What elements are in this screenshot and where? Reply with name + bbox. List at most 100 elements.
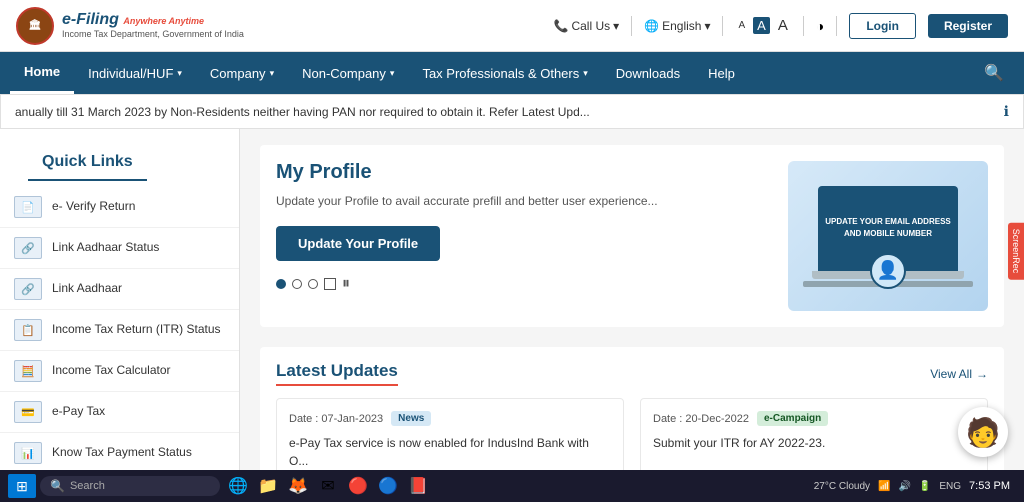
itr-status-icon: 📋	[14, 319, 42, 341]
sidebar-item-link-aadhaar[interactable]: 🔗 Link Aadhaar	[0, 269, 239, 310]
nav-non-company[interactable]: Non-Company ▾	[288, 52, 408, 94]
taskbar-app-edge[interactable]: 🔵	[374, 472, 402, 500]
taskbar-app-firefox[interactable]: 🦊	[284, 472, 312, 500]
laptop-screen-text: UPDATE YOUR EMAIL ADDRESS AND MOBILE NUM…	[818, 210, 958, 246]
link-aadhaar-label: Link Aadhaar	[52, 281, 122, 297]
taskbar-wifi-icon: 📶	[878, 481, 890, 492]
logo-text: e-Filing Anywhere Anytime Income Tax Dep…	[62, 11, 244, 41]
globe-icon: 🌐	[644, 19, 659, 33]
nav-search-icon[interactable]: 🔍	[974, 55, 1014, 91]
nav-help[interactable]: Help	[694, 52, 749, 94]
know-payment-icon: 📊	[14, 442, 42, 464]
card-1-badge: News	[391, 411, 431, 426]
taskbar-weather: 27°C Cloudy	[814, 481, 870, 492]
login-button[interactable]: Login	[849, 13, 916, 39]
carousel-dot-1[interactable]	[276, 279, 286, 289]
view-all-label: View All	[930, 367, 972, 381]
updates-title: Latest Updates	[276, 361, 398, 386]
epay-tax-icon: 💳	[14, 401, 42, 423]
taskbar-app-mail[interactable]: ✉	[314, 472, 342, 500]
content-area: My Profile Update your Profile to avail …	[240, 129, 1024, 501]
logo-emblem: 🏛	[16, 7, 54, 45]
language-link[interactable]: 🌐 English ▾	[644, 19, 710, 33]
carousel-dot-3[interactable]	[308, 279, 318, 289]
itr-status-label: Income Tax Return (ITR) Status	[52, 322, 221, 338]
ticker-info-icon[interactable]: ℹ	[1004, 103, 1009, 120]
nav-company[interactable]: Company ▾	[196, 52, 288, 94]
register-button[interactable]: Register	[928, 14, 1008, 38]
taskbar-time: 7:53 PM	[969, 480, 1010, 492]
start-button[interactable]: ⊞	[8, 474, 36, 498]
profile-title: My Profile	[276, 161, 768, 184]
nav-tax-professionals[interactable]: Tax Professionals & Others ▾	[408, 52, 601, 94]
nav-home[interactable]: Home	[10, 52, 74, 94]
taskbar: ⊞ 🔍 Search 🌐 📁 🦊 ✉ 🔴 🔵 📕 27°C Cloudy 📶 🔊…	[0, 470, 1024, 502]
sidebar-item-tax-calculator[interactable]: 🧮 Income Tax Calculator	[0, 351, 239, 392]
link-aadhaar-status-icon: 🔗	[14, 237, 42, 259]
tax-calculator-label: Income Tax Calculator	[52, 363, 171, 379]
link-aadhaar-icon: 🔗	[14, 278, 42, 300]
language-label: English	[662, 19, 701, 33]
taskbar-app-files[interactable]: 📁	[254, 472, 282, 500]
logo-tagline: Anywhere Anytime	[123, 16, 204, 26]
carousel-dot-4[interactable]	[324, 278, 336, 290]
nav-tax-arrow: ▾	[583, 68, 588, 79]
sidebar-item-epay-tax[interactable]: 💳 e-Pay Tax	[0, 392, 239, 433]
nav-individual[interactable]: Individual/HUF ▾	[74, 52, 196, 94]
font-large-btn[interactable]: A	[775, 16, 791, 35]
sidebar-item-know-payment[interactable]: 📊 Know Tax Payment Status	[0, 433, 239, 474]
sidebar-title: Quick Links	[28, 139, 147, 181]
sidebar-item-link-aadhaar-status[interactable]: 🔗 Link Aadhaar Status	[0, 228, 239, 269]
taskbar-app-chrome[interactable]: 🌐	[224, 472, 252, 500]
link-aadhaar-status-label: Link Aadhaar Status	[52, 240, 159, 256]
font-medium-btn[interactable]: A	[753, 17, 770, 34]
view-all-link[interactable]: View All →	[930, 367, 988, 381]
chat-bubble[interactable]: 🧑	[958, 407, 1008, 457]
card-2-text: Submit your ITR for AY 2022-23.	[653, 434, 975, 452]
call-us-label: Call Us	[571, 19, 610, 33]
font-controls: A A A	[735, 16, 790, 35]
main-content: Quick Links 📄 e- Verify Return 🔗 Link Aa…	[0, 129, 1024, 501]
card-1-date-row: Date : 07-Jan-2023 News	[289, 411, 611, 426]
person-avatar: 👤	[870, 253, 906, 289]
sidebar-item-itr-status[interactable]: 📋 Income Tax Return (ITR) Status	[0, 310, 239, 351]
sidebar-item-verify-return[interactable]: 📄 e- Verify Return	[0, 187, 239, 228]
carousel-dot-5[interactable]: ⏸	[342, 275, 350, 293]
taskbar-apps: 🌐 📁 🦊 ✉ 🔴 🔵 📕	[224, 472, 432, 500]
update-profile-button[interactable]: Update Your Profile	[276, 226, 440, 261]
navbar: Home Individual/HUF ▾ Company ▾ Non-Comp…	[0, 52, 1024, 94]
profile-description: Update your Profile to avail accurate pr…	[276, 192, 768, 210]
know-payment-label: Know Tax Payment Status	[52, 445, 192, 461]
verify-return-label: e- Verify Return	[52, 199, 135, 215]
profile-text: My Profile Update your Profile to avail …	[276, 161, 768, 311]
card-2-date: Date : 20-Dec-2022	[653, 413, 749, 425]
taskbar-lang: ENG	[939, 481, 961, 492]
taskbar-app-red[interactable]: 🔴	[344, 472, 372, 500]
card-1-date: Date : 07-Jan-2023	[289, 413, 383, 425]
verify-return-icon: 📄	[14, 196, 42, 218]
screenrec-badge[interactable]: ScreenRec	[1008, 223, 1024, 280]
taskbar-search[interactable]: 🔍 Search	[40, 476, 220, 496]
contrast-btn[interactable]: ◑	[816, 18, 824, 34]
divider-4	[836, 16, 837, 36]
phone-icon: 📞	[553, 19, 568, 33]
epay-tax-label: e-Pay Tax	[52, 404, 105, 420]
chat-avatar-icon: 🧑	[966, 416, 1001, 449]
carousel-dot-2[interactable]	[292, 279, 302, 289]
call-us-link[interactable]: 📞 Call Us ▾	[553, 19, 619, 33]
view-all-arrow: →	[976, 367, 988, 381]
profile-section: My Profile Update your Profile to avail …	[260, 145, 1004, 327]
nav-company-arrow: ▾	[270, 68, 275, 79]
logo-title: e-Filing Anywhere Anytime	[62, 11, 244, 29]
profile-image: UPDATE YOUR EMAIL ADDRESS AND MOBILE NUM…	[788, 161, 988, 311]
card-1-text: e-Pay Tax service is now enabled for Ind…	[289, 434, 611, 470]
taskbar-search-label: Search	[70, 480, 105, 492]
font-small-btn[interactable]: A	[735, 19, 748, 32]
nav-non-company-arrow: ▾	[390, 68, 395, 79]
ticker-text: anually till 31 March 2023 by Non-Reside…	[15, 105, 996, 119]
divider-1	[631, 16, 632, 36]
logo-subtitle: Income Tax Department, Government of Ind…	[62, 29, 244, 41]
divider-2	[722, 16, 723, 36]
taskbar-app-acrobat[interactable]: 📕	[404, 472, 432, 500]
nav-downloads[interactable]: Downloads	[602, 52, 694, 94]
